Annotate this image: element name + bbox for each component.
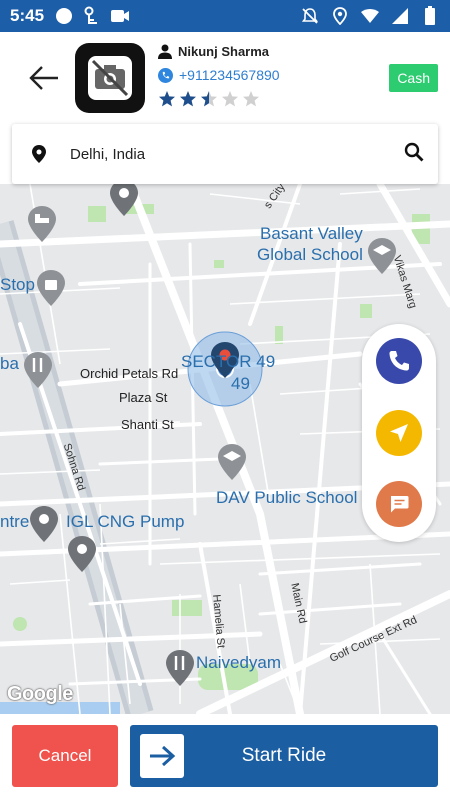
back-button[interactable] bbox=[24, 60, 64, 96]
ride-header: Nikunj Sharma +911234567890 Cash bbox=[0, 32, 450, 124]
map-label-igl: IGL CNG Pump bbox=[66, 512, 185, 531]
map-label-sector-num: 49 bbox=[231, 374, 250, 393]
signal-icon bbox=[390, 6, 410, 26]
status-time: 5:45 bbox=[10, 6, 45, 25]
chat-icon bbox=[391, 496, 409, 513]
key-icon bbox=[82, 6, 102, 26]
start-ride-label: Start Ride bbox=[241, 745, 327, 766]
map-label-basant: Basant Valley bbox=[260, 224, 363, 243]
star-icon bbox=[159, 91, 175, 107]
star-icon bbox=[201, 91, 217, 107]
map-label-sector: SECTOR 49 bbox=[181, 352, 276, 371]
restaurant-pin-icon[interactable] bbox=[24, 352, 52, 388]
hotel-pin-icon[interactable] bbox=[28, 206, 56, 242]
star-icon bbox=[180, 91, 196, 107]
map-label-naivedyam: Naivedyam bbox=[196, 653, 282, 672]
phone-icon bbox=[158, 67, 173, 83]
shopping-pin-icon[interactable] bbox=[37, 270, 65, 306]
status-bar: 5:45 bbox=[0, 0, 450, 32]
location-bar: Delhi, India bbox=[12, 124, 438, 184]
star-icon bbox=[222, 91, 238, 107]
location-text[interactable]: Delhi, India bbox=[70, 146, 404, 163]
start-ride-button[interactable]: Start Ride bbox=[130, 725, 438, 787]
school-pin-icon[interactable] bbox=[218, 444, 246, 480]
arrow-right-icon bbox=[140, 734, 184, 778]
no-photo-icon bbox=[88, 56, 132, 100]
chat-button[interactable] bbox=[376, 481, 422, 527]
map-label-ntre: ntre bbox=[0, 512, 30, 531]
bottom-action-bar: Cancel Start Ride bbox=[0, 714, 450, 800]
restaurant-pin-icon[interactable] bbox=[166, 650, 194, 686]
map-pin-icon[interactable] bbox=[68, 536, 96, 572]
map-label-ba: ba bbox=[0, 354, 19, 373]
payment-method-badge: Cash bbox=[389, 64, 438, 92]
location-icon bbox=[330, 6, 350, 26]
driver-name: Nikunj Sharma bbox=[178, 44, 270, 59]
cancel-button[interactable]: Cancel bbox=[12, 725, 118, 787]
driver-avatar bbox=[75, 43, 145, 113]
driver-phone-link[interactable]: +911234567890 bbox=[179, 67, 280, 83]
map-label-stop: Stop bbox=[0, 275, 35, 294]
navigation-arrow-icon bbox=[390, 424, 408, 442]
map-label-dav: DAV Public School bbox=[216, 488, 358, 507]
call-button[interactable] bbox=[376, 338, 422, 384]
arrow-left-icon bbox=[29, 66, 58, 90]
star-icon bbox=[243, 91, 259, 107]
map-label-global-school: Global School bbox=[257, 245, 363, 264]
camera-icon bbox=[110, 6, 130, 26]
map-label-orchid: Orchid Petals Rd bbox=[80, 366, 179, 381]
search-icon[interactable] bbox=[404, 142, 424, 167]
google-attribution-logo: Google bbox=[7, 683, 73, 705]
map-pin-icon[interactable] bbox=[110, 184, 138, 216]
phone-icon bbox=[389, 351, 409, 371]
map-label-plaza: Plaza St bbox=[119, 390, 168, 405]
navigate-button[interactable] bbox=[376, 410, 422, 456]
location-pin-icon bbox=[32, 145, 46, 163]
wifi-icon bbox=[360, 6, 380, 26]
notifications-off-icon bbox=[300, 6, 320, 26]
action-column bbox=[362, 324, 436, 542]
circle-icon bbox=[54, 6, 74, 26]
map-label-shanti: Shanti St bbox=[121, 417, 174, 432]
map-pin-icon[interactable] bbox=[30, 506, 58, 542]
driver-rating bbox=[158, 90, 260, 108]
battery-icon bbox=[420, 6, 440, 26]
person-icon bbox=[158, 44, 172, 59]
